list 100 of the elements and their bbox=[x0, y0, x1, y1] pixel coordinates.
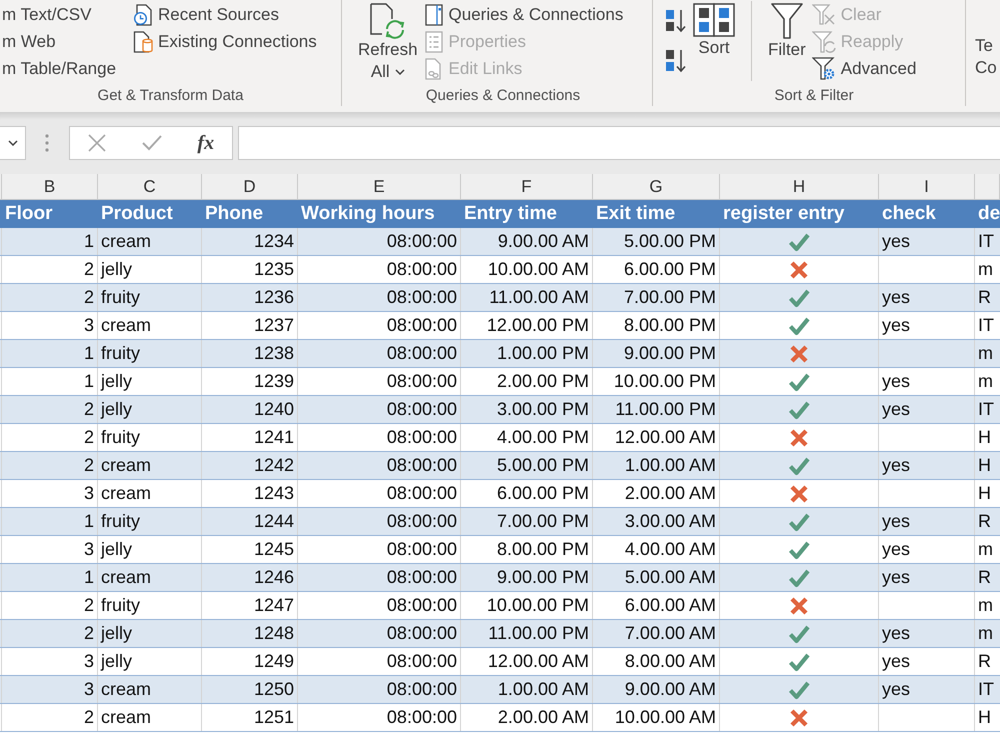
table-cell: 1239 bbox=[202, 368, 298, 395]
table-cell: cream bbox=[98, 704, 202, 731]
table-cell: 1246 bbox=[202, 564, 298, 591]
table-cell: 7.00.00 AM bbox=[593, 620, 720, 647]
ribbon-button[interactable]: Refresh All bbox=[354, 1, 422, 86]
table-cell: 3 bbox=[2, 312, 98, 339]
table-cell: 9.00.00 PM bbox=[593, 340, 720, 367]
table-cell: 12.00.00 AM bbox=[461, 648, 593, 675]
table-cell-text: m bbox=[977, 342, 994, 365]
table-cell: 1240 bbox=[202, 396, 298, 423]
ribbon-button[interactable]: m Web bbox=[0, 28, 131, 55]
table-cell: yes bbox=[879, 648, 975, 675]
document-database-icon bbox=[133, 30, 153, 52]
column-letter[interactable]: D bbox=[202, 174, 298, 199]
sort-descending-icon bbox=[665, 49, 687, 73]
table-cell-text: m bbox=[977, 622, 994, 645]
table-cell: 12.00.00 AM bbox=[593, 424, 720, 451]
column-letter[interactable]: G bbox=[593, 174, 720, 199]
table-cell: yes bbox=[879, 564, 975, 591]
column-letter[interactable]: I bbox=[879, 174, 975, 199]
table-cell: 3 bbox=[2, 648, 98, 675]
table-cell: 4.00.00 AM bbox=[593, 536, 720, 563]
table-cell: 10.00.00 PM bbox=[461, 592, 593, 619]
table-cell: 2 bbox=[2, 620, 98, 647]
insert-function-button[interactable]: fx bbox=[193, 128, 218, 158]
table-cell: 1249 bbox=[202, 648, 298, 675]
table-cell: yes bbox=[879, 508, 975, 535]
table-cell: 08:00:00 bbox=[298, 368, 461, 395]
table-cell: yes bbox=[879, 620, 975, 647]
ribbon-button[interactable]: Sort bbox=[689, 1, 739, 86]
column-letter[interactable]: C bbox=[98, 174, 202, 199]
table-cell: yes bbox=[879, 676, 975, 703]
table-cell-text: m bbox=[977, 258, 994, 281]
document-refresh-icon bbox=[368, 3, 407, 39]
name-box[interactable] bbox=[0, 126, 26, 160]
table-cell: 5.00.00 PM bbox=[593, 228, 720, 255]
table-cell: 1 bbox=[2, 564, 98, 591]
table-cell: 08:00:00 bbox=[298, 340, 461, 367]
table-cell: 08:00:00 bbox=[298, 564, 461, 591]
table-cell: 6.00.00 PM bbox=[461, 480, 593, 507]
group-label: Sort & Filter bbox=[773, 86, 855, 106]
ribbon-button[interactable]: m Text/CSV bbox=[0, 1, 131, 28]
table-cell: 11.00.00 PM bbox=[461, 620, 593, 647]
table-cell-text: IT bbox=[977, 314, 995, 337]
column-letter[interactable]: H bbox=[720, 174, 879, 199]
table-cell: 08:00:00 bbox=[298, 312, 461, 339]
table-cell: 4.00.00 PM bbox=[461, 424, 593, 451]
table-cell-text: R bbox=[977, 510, 992, 533]
table-cell: yes bbox=[879, 228, 975, 255]
table-cell: 08:00:00 bbox=[298, 704, 461, 731]
ribbon-button[interactable]: Filter bbox=[764, 1, 810, 86]
table-cell: 08:00:00 bbox=[298, 592, 461, 619]
grip-icon bbox=[45, 134, 49, 152]
table-cell: 9.00.00 AM bbox=[593, 676, 720, 703]
table-cell-text: IT bbox=[977, 230, 995, 253]
table-cell-text: m bbox=[977, 370, 994, 393]
table-cell: jelly bbox=[98, 396, 202, 423]
table-cell: 08:00:00 bbox=[298, 676, 461, 703]
table-cell: fruity bbox=[98, 284, 202, 311]
table-cell: yes bbox=[879, 284, 975, 311]
table-cell: 2 bbox=[2, 396, 98, 423]
ribbon-button[interactable]: Advanced bbox=[810, 55, 918, 82]
table-cell: 1251 bbox=[202, 704, 298, 731]
table-cell: 08:00:00 bbox=[298, 452, 461, 479]
table-cell: 1250 bbox=[202, 676, 298, 703]
group-label: Queries & Connections bbox=[424, 86, 582, 106]
table-cell: cream bbox=[98, 676, 202, 703]
ribbon-button[interactable]: Queries & Connections bbox=[422, 1, 626, 28]
table-cell: 08:00:00 bbox=[298, 620, 461, 647]
group-label: Get & Transform Data bbox=[96, 86, 244, 106]
ribbon-button[interactable]: Existing Connections bbox=[131, 28, 319, 55]
column-letter[interactable]: E bbox=[298, 174, 461, 199]
column-letter[interactable]: B bbox=[2, 174, 98, 199]
table-cell: 1245 bbox=[202, 536, 298, 563]
ribbon-button[interactable]: m Table/Range bbox=[0, 55, 131, 82]
table-cell: 1243 bbox=[202, 480, 298, 507]
table-cell: 08:00:00 bbox=[298, 508, 461, 535]
column-letter[interactable]: F bbox=[461, 174, 593, 199]
table-cell: 12.00.00 PM bbox=[461, 312, 593, 339]
table-cell: 1236 bbox=[202, 284, 298, 311]
table-cell-text: IT bbox=[977, 398, 995, 421]
ribbon-button[interactable]: Te Co bbox=[975, 1, 997, 106]
table-cell-text: R bbox=[977, 650, 992, 673]
formula-input[interactable] bbox=[238, 126, 1000, 160]
table-cell: fruity bbox=[98, 340, 202, 367]
document-clock-icon bbox=[133, 4, 153, 26]
table-cell: fruity bbox=[98, 424, 202, 451]
document-panel-icon bbox=[424, 4, 444, 26]
column-header: register entry bbox=[722, 202, 846, 226]
table-cell-text: R bbox=[977, 286, 992, 309]
table-cell: yes bbox=[879, 368, 975, 395]
table-cell: 6.00.00 PM bbox=[593, 256, 720, 283]
table-cell: 1 bbox=[2, 340, 98, 367]
column-header: Product bbox=[100, 202, 174, 226]
table-cell: 1 bbox=[2, 368, 98, 395]
table-cell-text: H bbox=[977, 482, 992, 505]
table-cell: 08:00:00 bbox=[298, 648, 461, 675]
table-cell: cream bbox=[98, 564, 202, 591]
ribbon-button[interactable]: Recent Sources bbox=[131, 1, 319, 28]
caret-down-icon bbox=[394, 69, 405, 75]
